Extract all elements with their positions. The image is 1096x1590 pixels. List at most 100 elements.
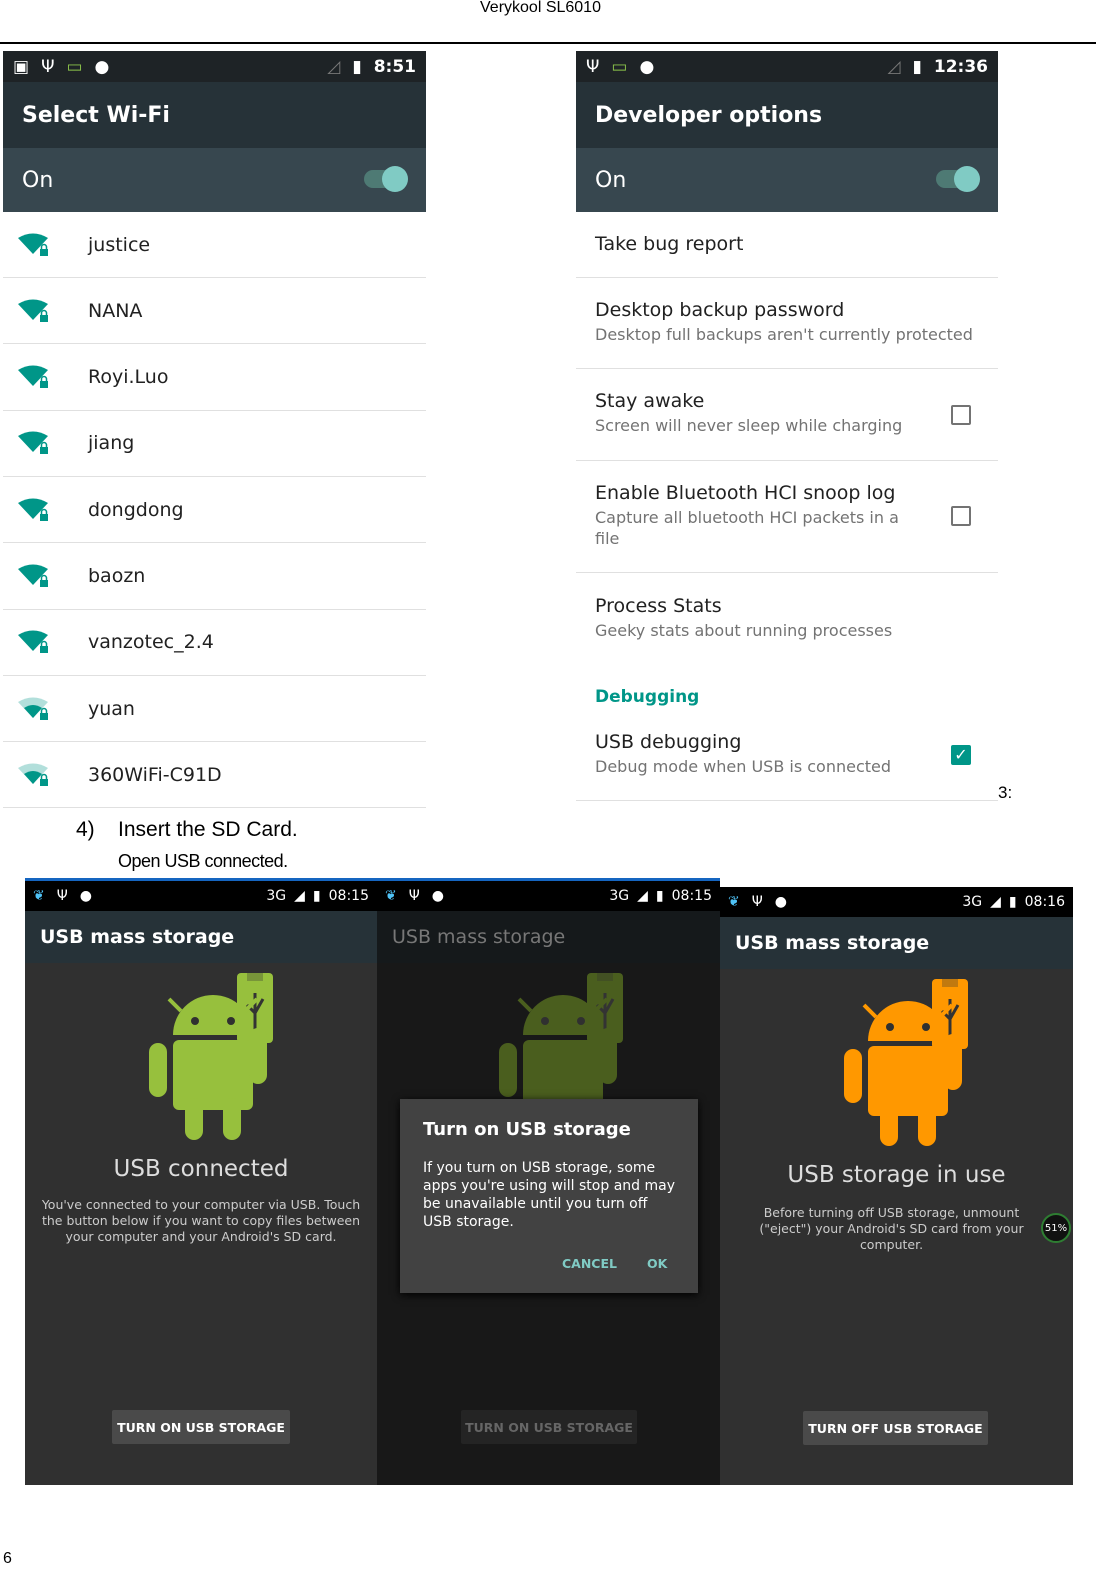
android-usb-icon xyxy=(844,979,968,1146)
usb-debugging-checkbox[interactable]: ✓ xyxy=(951,745,971,765)
android-debug-icon: ● xyxy=(431,888,444,904)
item-title: Enable Bluetooth HCI snoop log xyxy=(595,482,896,504)
battery-icon: ▮ xyxy=(312,888,321,904)
dev-toggle[interactable] xyxy=(936,166,980,192)
signal-icon: ◢ xyxy=(294,888,305,904)
turn-off-usb-storage-button[interactable]: TURN OFF USB STORAGE xyxy=(803,1411,988,1445)
wifi-network-item[interactable]: Royi.Luo xyxy=(3,345,426,411)
bluetooth-hci-checkbox[interactable] xyxy=(951,506,971,526)
dialog-title: Turn on USB storage xyxy=(423,1119,631,1140)
wifi-network-item[interactable]: justice xyxy=(3,212,426,278)
page-title: Select Wi-Fi xyxy=(3,82,426,148)
blue-highlight-line xyxy=(25,878,720,881)
turn-on-usb-storage-button[interactable]: TURN ON USB STORAGE xyxy=(461,1410,637,1444)
android-debug-icon: ● xyxy=(774,894,787,910)
android-usb-icon xyxy=(149,973,273,1140)
page-title: Developer options xyxy=(576,82,998,148)
wifi-locked-icon xyxy=(18,763,48,786)
turn-on-usb-dialog: Turn on USB storage If you turn on USB s… xyxy=(400,1099,698,1293)
developer-options-screenshot: Ψ ▭ ● ◿ ▮ 12:36 Developer options On Take bu… xyxy=(576,51,998,801)
page-title: USB mass storage xyxy=(720,917,1073,969)
usb-storage-in-use-screen: ❦ Ψ ● 3G ◢ ▮ 08:16 USB mass storage USB storag… xyxy=(720,887,1073,1485)
usb-description: You've connected to your computer via US… xyxy=(41,1197,361,1244)
clock: 08:15 xyxy=(328,888,369,904)
turn-on-usb-storage-button[interactable]: TURN ON USB STORAGE xyxy=(112,1410,290,1444)
section-header-debugging: Debugging xyxy=(595,687,700,707)
wifi-locked-icon xyxy=(18,365,48,389)
usb-heading: USB connected xyxy=(113,1156,289,1182)
network-type: 3G xyxy=(609,888,630,904)
usb-icon: Ψ xyxy=(751,894,763,910)
app-notification-icon: ❦ xyxy=(33,888,45,904)
wifi-network-name: NANA xyxy=(88,299,143,322)
status-bar: ▣ Ψ ▭ ● ◿ ▮ 8:51 xyxy=(3,51,426,82)
item-title: Desktop backup password xyxy=(595,299,845,321)
network-type: 3G xyxy=(266,888,287,904)
status-bar: ❦ Ψ ● 3G ◢ ▮ 08:15 xyxy=(377,881,720,911)
wifi-network-item[interactable]: vanzotec_2.4 xyxy=(3,610,426,676)
android-debug-icon: ● xyxy=(94,56,110,77)
dialog-cancel-button[interactable]: CANCEL xyxy=(562,1256,617,1271)
item-summary: Geeky stats about running processes xyxy=(595,621,893,640)
step-4-number: 4) xyxy=(76,818,95,841)
usb-icon: Ψ xyxy=(56,888,68,904)
process-stats[interactable]: Process Stats Geeky stats about running p… xyxy=(576,573,998,668)
status-bar: ❦ Ψ ● 3G ◢ ▮ 08:15 xyxy=(25,881,377,911)
wifi-network-item[interactable]: dongdong xyxy=(3,477,426,544)
item-summary: Debug mode when USB is connected xyxy=(595,757,892,776)
step-3-label: 3: xyxy=(998,783,1013,802)
wifi-toggle-bar[interactable]: On xyxy=(3,148,426,212)
wifi-toggle[interactable] xyxy=(364,166,408,192)
wifi-locked-icon xyxy=(18,299,48,322)
wifi-locked-icon xyxy=(18,630,48,654)
page-title: USB mass storage xyxy=(25,911,377,963)
take-bug-report[interactable]: Take bug report xyxy=(576,212,998,278)
battery-charging-icon: ▭ xyxy=(611,56,628,77)
wifi-network-name: jiang xyxy=(88,432,135,455)
wifi-network-item[interactable]: baozn xyxy=(3,544,426,610)
dev-toggle-bar[interactable]: On xyxy=(576,148,998,212)
clock: 8:51 xyxy=(373,56,416,77)
usb-heading: USB storage in use xyxy=(787,1162,1006,1188)
status-bar: ❦ Ψ ● 3G ◢ ▮ 08:16 xyxy=(720,887,1073,917)
usb-debugging[interactable]: USB debugging Debug mode when USB is conn… xyxy=(576,719,998,801)
wifi-network-name: vanzotec_2.4 xyxy=(88,631,214,654)
status-bar: Ψ ▭ ● ◿ ▮ 12:36 xyxy=(576,51,998,82)
wifi-locked-icon xyxy=(18,564,48,587)
usb-icon: Ψ xyxy=(586,56,600,77)
dialog-message: If you turn on USB storage, some apps yo… xyxy=(423,1160,675,1230)
app-notification-icon: ❦ xyxy=(385,888,397,904)
wifi-locked-icon xyxy=(18,233,48,256)
battery-charging-icon: ▭ xyxy=(66,56,83,77)
stay-awake[interactable]: Stay awake Screen will never sleep while … xyxy=(576,369,998,461)
wifi-network-item[interactable]: 360WiFi-C91D xyxy=(3,742,426,809)
page-title: USB mass storage xyxy=(377,911,720,963)
battery-icon: ▮ xyxy=(655,888,664,904)
wifi-network-item[interactable]: jiang xyxy=(3,411,426,477)
network-type: 3G xyxy=(962,894,983,910)
usb-screenshots: ❦ Ψ ● 3G ◢ ▮ 08:15 USB mass storage USB connec… xyxy=(25,878,1073,1485)
header-rule xyxy=(0,42,1096,44)
wifi-network-name: 360WiFi-C91D xyxy=(88,763,222,786)
item-title: Take bug report xyxy=(595,233,744,255)
signal-icon: ◿ xyxy=(887,56,901,77)
wifi-screenshot: ▣ Ψ ▭ ● ◿ ▮ 8:51 Select Wi-Fi On justice NANA R… xyxy=(3,51,426,811)
toggle-label: On xyxy=(22,167,54,193)
usb-icon: Ψ xyxy=(41,56,55,77)
usb-description: Before turning off USB storage, unmount … xyxy=(759,1205,1024,1252)
item-summary: Desktop full backups aren't currently pr… xyxy=(595,325,973,344)
signal-icon: ◢ xyxy=(637,888,648,904)
wifi-network-item[interactable]: NANA xyxy=(3,278,426,345)
dialog-ok-button[interactable]: OK xyxy=(647,1256,667,1271)
bluetooth-hci-snoop-log[interactable]: Enable Bluetooth HCI snoop log Capture al… xyxy=(576,461,998,573)
stay-awake-checkbox[interactable] xyxy=(951,405,971,425)
usb-connected-screen: ❦ Ψ ● 3G ◢ ▮ 08:15 USB mass storage USB connec… xyxy=(25,881,377,1485)
android-debug-icon: ● xyxy=(79,888,92,904)
battery-icon: ▮ xyxy=(352,56,362,77)
wifi-network-name: Royi.Luo xyxy=(88,366,169,389)
step-4-text: Insert the SD Card. xyxy=(118,818,298,841)
desktop-backup-password[interactable]: Desktop backup password Desktop full back… xyxy=(576,278,998,369)
wifi-network-item[interactable]: yuan xyxy=(3,676,426,743)
clock: 12:36 xyxy=(933,56,988,77)
battery-icon: ▮ xyxy=(1008,894,1017,910)
